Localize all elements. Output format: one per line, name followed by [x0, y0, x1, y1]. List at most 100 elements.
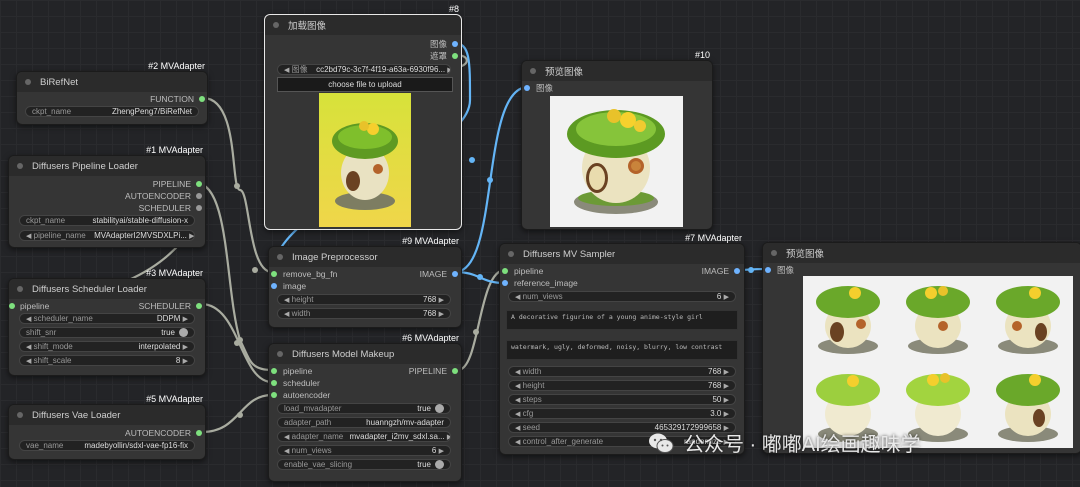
- node-birefnet[interactable]: #2 MVAdapter BiRefNet FUNCTION ckpt_name…: [16, 61, 208, 125]
- arrow-right-icon[interactable]: ▶: [724, 293, 729, 301]
- output-pin-icon[interactable]: [452, 271, 458, 277]
- input-pipeline[interactable]: pipeline: [9, 300, 49, 312]
- prompt-textarea[interactable]: A decorative figurine of a young anime-s…: [506, 310, 738, 330]
- widget-enable-vae-slicing[interactable]: enable_vae_slicing true: [277, 459, 451, 470]
- widget-cfg[interactable]: ◀ cfg 3.0 ▶: [508, 408, 736, 419]
- arrow-right-icon[interactable]: ▶: [183, 357, 188, 365]
- collapse-dot-icon[interactable]: [277, 351, 283, 357]
- arrow-right-icon[interactable]: ▶: [724, 368, 729, 376]
- arrow-left-icon[interactable]: ◀: [515, 382, 520, 390]
- input-autoencoder[interactable]: autoencoder: [271, 389, 330, 401]
- toggle-icon[interactable]: [435, 404, 444, 413]
- toggle-icon[interactable]: [179, 328, 188, 337]
- widget-width[interactable]: ◀ width 768 ▶: [277, 308, 451, 319]
- choose-file-button[interactable]: choose file to upload: [277, 77, 453, 92]
- arrow-right-icon[interactable]: ▶: [447, 66, 450, 74]
- arrow-right-icon[interactable]: ▶: [447, 433, 450, 441]
- node-image-preprocessor[interactable]: #9 MVAdapter Image Preprocessor remove_b…: [268, 236, 462, 328]
- output-pipeline[interactable]: PIPELINE: [409, 365, 458, 377]
- output-image[interactable]: IMAGE: [420, 268, 458, 280]
- arrow-left-icon[interactable]: ◀: [26, 315, 31, 323]
- output-pin-icon[interactable]: [452, 53, 458, 59]
- arrow-right-icon[interactable]: ▶: [183, 343, 188, 351]
- output-function[interactable]: FUNCTION: [150, 93, 205, 105]
- output-mask[interactable]: 遮罩: [430, 50, 458, 62]
- arrow-left-icon[interactable]: ◀: [515, 438, 520, 446]
- arrow-left-icon[interactable]: ◀: [515, 368, 520, 376]
- output-pin-icon[interactable]: [452, 41, 458, 47]
- input-scheduler[interactable]: scheduler: [271, 377, 320, 389]
- widget-shift-scale[interactable]: ◀ shift_scale 8 ▶: [19, 355, 195, 366]
- output-scheduler[interactable]: SCHEDULER: [139, 300, 202, 312]
- output-pin-icon[interactable]: [196, 193, 202, 199]
- arrow-right-icon[interactable]: ▶: [439, 296, 444, 304]
- widget-num-views[interactable]: ◀ num_views 6 ▶: [277, 445, 451, 456]
- arrow-left-icon[interactable]: ◀: [284, 66, 289, 74]
- input-pin-icon[interactable]: [271, 368, 277, 374]
- arrow-left-icon[interactable]: ◀: [284, 310, 289, 318]
- widget-scheduler-name[interactable]: ◀ scheduler_name DDPM ▶: [19, 313, 195, 324]
- input-pin-icon[interactable]: [502, 268, 508, 274]
- arrow-left-icon[interactable]: ◀: [284, 296, 289, 304]
- arrow-right-icon[interactable]: ▶: [439, 447, 444, 455]
- arrow-right-icon[interactable]: ▶: [183, 315, 188, 323]
- output-pin-icon[interactable]: [452, 368, 458, 374]
- arrow-left-icon[interactable]: ◀: [515, 293, 520, 301]
- widget-width[interactable]: ◀ width 768 ▶: [508, 366, 736, 377]
- node-load-image[interactable]: #8 加载图像 图像 遮罩 ◀ 图像 cc2bd79c-3c7f-4f19-a6…: [264, 4, 462, 230]
- input-pin-icon[interactable]: [271, 392, 277, 398]
- node-pipeline-loader[interactable]: #1 MVAdapter Diffusers Pipeline Loader P…: [8, 145, 206, 248]
- output-pin-icon[interactable]: [199, 96, 205, 102]
- input-pipeline[interactable]: pipeline: [502, 265, 543, 277]
- widget-adapter-path[interactable]: adapter_path huanngzh/mv-adapter: [277, 417, 451, 428]
- output-pin-icon[interactable]: [196, 205, 202, 211]
- output-pin-icon[interactable]: [734, 268, 740, 274]
- arrow-left-icon[interactable]: ◀: [284, 447, 289, 455]
- widget-pipeline-name[interactable]: ◀ pipeline_name MVAdapterI2MVSDXLPi... ▶: [19, 230, 195, 241]
- node-scheduler-loader[interactable]: #3 MVAdapter Diffusers Scheduler Loader …: [8, 268, 206, 376]
- widget-shift-snr[interactable]: shift_snr true: [19, 327, 195, 338]
- input-pin-icon[interactable]: [502, 280, 508, 286]
- node-preview-image-2[interactable]: 预览图像 图像: [762, 242, 1080, 454]
- arrow-left-icon[interactable]: ◀: [26, 357, 31, 365]
- arrow-right-icon[interactable]: ▶: [724, 382, 729, 390]
- widget-ckpt-name[interactable]: ckpt_name ZhengPeng7/BiRefNet: [25, 106, 199, 117]
- widget-ckpt-name[interactable]: ckpt_name stabilityai/stable-diffusion-x: [19, 215, 195, 226]
- input-pin-icon[interactable]: [524, 85, 530, 91]
- output-pipeline[interactable]: PIPELINE: [153, 178, 202, 190]
- collapse-dot-icon[interactable]: [17, 286, 23, 292]
- node-preview-image-1[interactable]: #10 预览图像 图像: [521, 50, 713, 230]
- toggle-icon[interactable]: [435, 460, 444, 469]
- output-autoencoder[interactable]: AUTOENCODER: [125, 427, 202, 439]
- collapse-dot-icon[interactable]: [508, 251, 514, 257]
- arrow-left-icon[interactable]: ◀: [26, 343, 31, 351]
- collapse-dot-icon[interactable]: [530, 68, 536, 74]
- input-pin-icon[interactable]: [271, 380, 277, 386]
- widget-vae-name[interactable]: vae_name madebyollin/sdxl-vae-fp16-fix: [19, 440, 195, 451]
- widget-shift-mode[interactable]: ◀ shift_mode interpolated ▶: [19, 341, 195, 352]
- arrow-right-icon[interactable]: ▶: [189, 232, 194, 240]
- widget-height[interactable]: ◀ height 768 ▶: [277, 294, 451, 305]
- negative-prompt-textarea[interactable]: watermark, ugly, deformed, noisy, blurry…: [506, 340, 738, 360]
- input-pin-icon[interactable]: [9, 303, 15, 309]
- arrow-right-icon[interactable]: ▶: [724, 410, 729, 418]
- input-reference-image[interactable]: reference_image: [502, 277, 578, 289]
- input-pin-icon[interactable]: [271, 283, 277, 289]
- node-vae-loader[interactable]: #5 MVAdapter Diffusers Vae Loader AUTOEN…: [8, 394, 206, 460]
- output-autoencoder[interactable]: AUTOENCODER: [125, 190, 202, 202]
- arrow-left-icon[interactable]: ◀: [515, 396, 520, 404]
- input-pin-icon[interactable]: [271, 271, 277, 277]
- output-pin-icon[interactable]: [196, 181, 202, 187]
- widget-image-select[interactable]: ◀ 图像 cc2bd79c-3c7f-4f19-a63a-6930f96... …: [277, 64, 451, 75]
- arrow-left-icon[interactable]: ◀: [515, 424, 520, 432]
- collapse-dot-icon[interactable]: [771, 250, 777, 256]
- widget-load-mvadapter[interactable]: load_mvadapter true: [277, 403, 451, 414]
- output-image[interactable]: 图像: [430, 38, 458, 50]
- widget-num-views[interactable]: ◀ num_views 6 ▶: [508, 291, 736, 302]
- collapse-dot-icon[interactable]: [25, 79, 31, 85]
- node-mv-sampler[interactable]: #7 MVAdapter Diffusers MV Sampler pipeli…: [499, 233, 745, 455]
- input-pin-icon[interactable]: [765, 267, 771, 273]
- arrow-left-icon[interactable]: ◀: [284, 433, 289, 441]
- output-image[interactable]: IMAGE: [702, 265, 740, 277]
- input-image[interactable]: 图像: [765, 264, 794, 276]
